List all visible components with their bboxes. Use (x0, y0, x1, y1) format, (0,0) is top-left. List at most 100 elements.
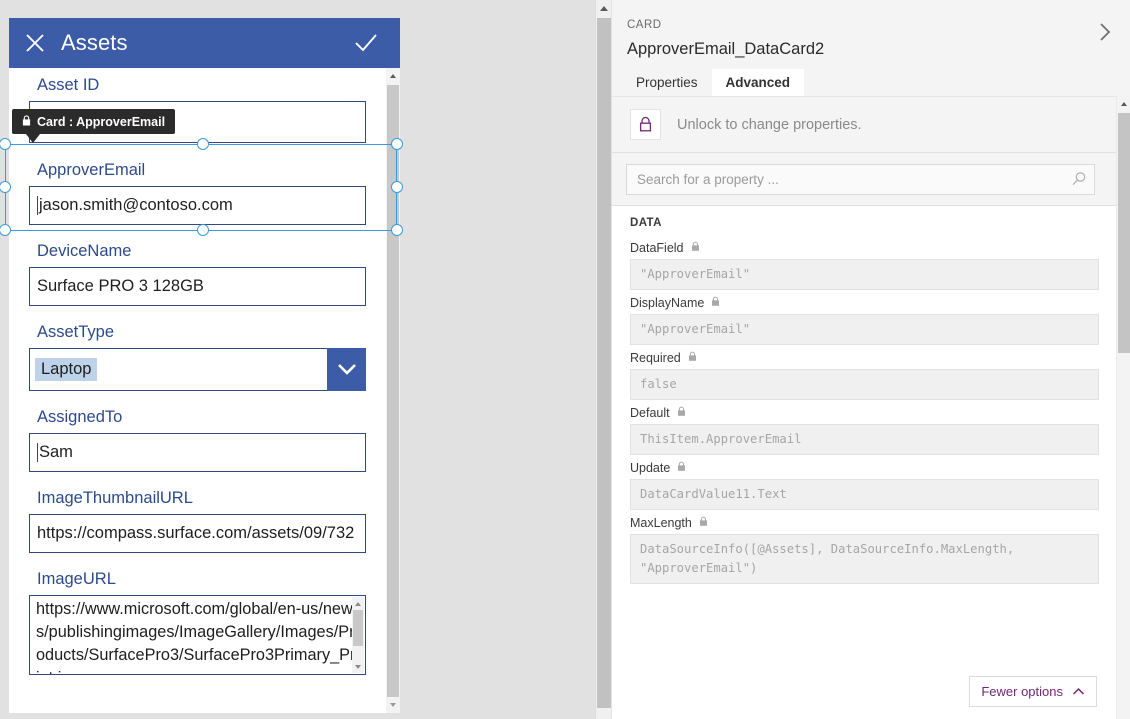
form-field-approver-email: ApproverEmail jason.smith@contoso.com (9, 153, 386, 225)
textarea-scroll-down-icon[interactable] (352, 661, 364, 672)
form-field-image-url: ImageURL https://www.microsoft.com/globa… (9, 562, 386, 675)
property-value[interactable]: false (630, 369, 1099, 400)
property-name: Default (630, 406, 670, 420)
search-input[interactable]: Search for a property ... (627, 172, 1064, 187)
chevron-down-icon[interactable] (327, 348, 366, 391)
lock-icon (688, 351, 697, 365)
form-scroll-area: Asset ID ApproverEmail jason.smith@conto… (9, 68, 400, 713)
chevron-up-icon (1072, 684, 1085, 699)
panel-scroll-up-icon[interactable] (1117, 97, 1130, 111)
textarea-scrollbar[interactable] (352, 597, 364, 673)
lock-icon[interactable] (630, 109, 661, 140)
lock-icon (677, 461, 686, 475)
selection-handle-top-center[interactable] (197, 138, 209, 150)
property-value[interactable]: "ApproverEmail" (630, 314, 1099, 345)
lock-icon (711, 296, 720, 310)
property-value[interactable]: DataSourceInfo([@Assets], DataSourceInfo… (630, 534, 1099, 584)
property-label: DataField (630, 235, 1099, 259)
panel-tabs: Properties Advanced (622, 69, 805, 97)
property-value[interactable]: ThisItem.ApproverEmail (630, 424, 1099, 455)
field-value: https://www.microsoft.com/global/en-us/n… (36, 600, 356, 674)
form-scroll-thumb[interactable] (387, 85, 399, 697)
field-value: https://compass.surface.com/assets/09/73… (37, 524, 355, 542)
canvas-scrollbar[interactable] (595, 0, 611, 719)
property-label: Update (630, 455, 1099, 479)
form-field-device-name: DeviceName Surface PRO 3 128GB (9, 234, 386, 306)
field-value: Surface PRO 3 128GB (37, 277, 204, 295)
property-search-row: Search for a property ... (612, 153, 1130, 206)
unlock-banner: Unlock to change properties. (612, 96, 1130, 153)
field-input-assigned-to[interactable]: Sam (29, 433, 366, 472)
field-label: DeviceName (37, 242, 132, 260)
selection-handle-top-right[interactable] (391, 138, 403, 150)
property-datafield: DataField "ApproverEmail" (612, 235, 1117, 290)
form-field-asset-type: AssetType Laptop (9, 315, 386, 391)
field-label: AssignedTo (37, 408, 123, 426)
property-update: Update DataCardValue11.Text (612, 455, 1117, 510)
search-icon[interactable] (1064, 171, 1094, 187)
property-name: MaxLength (630, 516, 692, 530)
fewer-options-label: Fewer options (981, 684, 1063, 699)
properties-list: DATA DataField "ApproverEmail" DisplayNa… (612, 206, 1117, 719)
properties-panel: CARD ApproverEmail_DataCard2 Properties … (611, 0, 1130, 719)
field-textarea-image-url[interactable]: https://www.microsoft.com/global/en-us/n… (29, 595, 366, 675)
field-input-device-name[interactable]: Surface PRO 3 128GB (29, 267, 366, 306)
property-default: Default ThisItem.ApproverEmail (612, 400, 1117, 455)
canvas-scroll-thumb[interactable] (597, 18, 611, 708)
form-scrollbar[interactable] (386, 68, 400, 713)
unlock-label: Unlock to change properties. (677, 116, 862, 133)
lock-icon (22, 114, 31, 129)
close-icon[interactable] (9, 18, 61, 68)
field-value: jason.smith@contoso.com (39, 196, 233, 214)
app-title: Assets (61, 30, 128, 55)
field-label: Asset ID (37, 76, 100, 94)
form-scroll-down-icon[interactable] (386, 698, 400, 712)
panel-header: CARD ApproverEmail_DataCard2 Properties … (612, 0, 1130, 97)
selection-handle-bottom-center[interactable] (197, 224, 209, 236)
property-label: MaxLength (630, 510, 1099, 534)
property-required: Required false (612, 345, 1117, 400)
textarea-scroll-up-icon[interactable] (352, 598, 364, 609)
field-label: ApproverEmail (37, 161, 146, 179)
card-tooltip: Card : ApproverEmail (12, 109, 176, 134)
chevron-right-icon[interactable] (1091, 18, 1119, 46)
field-label: ImageThumbnailURL (37, 489, 193, 507)
section-label-data: DATA (630, 217, 662, 229)
app-header: Assets (9, 18, 400, 68)
form-fields: Asset ID ApproverEmail jason.smith@conto… (9, 68, 386, 675)
search-box[interactable]: Search for a property ... (626, 163, 1095, 195)
selection-handle-bottom-right[interactable] (391, 224, 403, 236)
selection-handle-middle-right[interactable] (391, 181, 403, 193)
tab-properties[interactable]: Properties (622, 69, 712, 97)
canvas-scroll-up-icon[interactable] (596, 0, 611, 17)
form-scroll-up-icon[interactable] (386, 69, 400, 83)
field-input-image-thumbnail-url[interactable]: https://compass.surface.com/assets/09/73… (29, 514, 366, 553)
property-name: Update (630, 461, 671, 475)
fewer-options-button[interactable]: Fewer options (969, 676, 1097, 707)
property-label: Required (630, 345, 1099, 369)
panel-scrollbar[interactable] (1116, 96, 1130, 719)
property-value[interactable]: "ApproverEmail" (630, 259, 1099, 290)
field-value: Sam (39, 443, 73, 461)
textarea-scroll-thumb[interactable] (353, 610, 363, 646)
property-name: DisplayName (630, 296, 705, 310)
checkmark-icon[interactable] (346, 18, 386, 68)
property-displayname: DisplayName "ApproverEmail" (612, 290, 1117, 345)
property-label: Default (630, 400, 1099, 424)
lock-icon (699, 516, 708, 530)
lock-icon (691, 241, 700, 255)
tab-advanced[interactable]: Advanced (711, 69, 805, 97)
field-label: ImageURL (37, 570, 116, 588)
form-field-image-thumbnail-url: ImageThumbnailURL https://compass.surfac… (9, 481, 386, 553)
tooltip-arrow (26, 134, 40, 143)
property-value[interactable]: DataCardValue11.Text (630, 479, 1099, 510)
property-name: Required (630, 351, 681, 365)
panel-scroll-thumb[interactable] (1118, 113, 1130, 353)
field-label: AssetType (37, 323, 115, 341)
dropdown-asset-type[interactable]: Laptop (29, 348, 366, 391)
property-name: DataField (630, 241, 684, 255)
property-label: DisplayName (630, 290, 1099, 314)
property-maxlength: MaxLength DataSourceInfo([@Assets], Data… (612, 510, 1117, 584)
panel-title: ApproverEmail_DataCard2 (627, 40, 825, 58)
field-input-approver-email[interactable]: jason.smith@contoso.com (29, 186, 366, 225)
